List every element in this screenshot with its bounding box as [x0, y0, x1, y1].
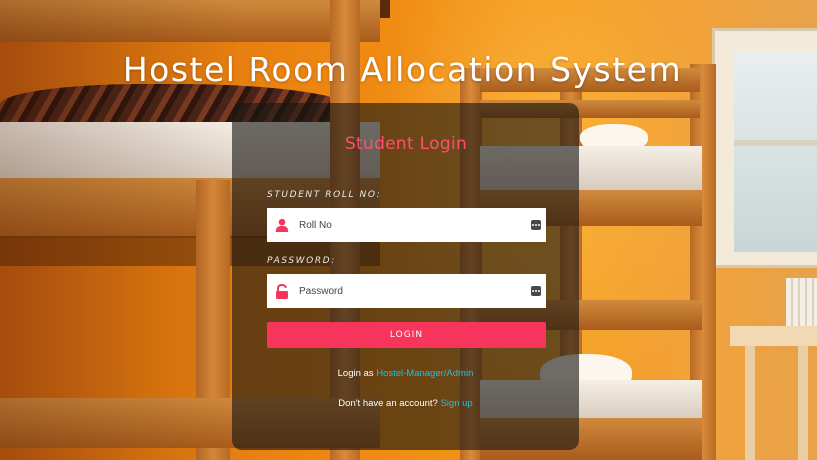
- manager-login-prefix: Login as: [337, 368, 377, 379]
- roll-no-label: STUDENT ROLL NO:: [267, 190, 382, 200]
- manager-login-line: Login as Hostel-Manager/Admin: [232, 368, 579, 379]
- more-dots-icon[interactable]: [531, 220, 541, 230]
- password-label: PASSWORD:: [267, 256, 336, 266]
- user-icon: [267, 218, 297, 232]
- roll-no-input[interactable]: [297, 210, 531, 240]
- signup-link[interactable]: Sign up: [440, 398, 472, 409]
- page-title: Hostel Room Allocation System: [122, 50, 683, 90]
- login-heading: Student Login: [344, 134, 468, 154]
- signup-line: Don't have an account? Sign up: [232, 398, 579, 409]
- password-field: [267, 274, 546, 308]
- password-input[interactable]: [297, 276, 531, 306]
- roll-no-field: [267, 208, 546, 242]
- more-dots-icon[interactable]: [531, 286, 541, 296]
- unlock-icon: [267, 283, 297, 299]
- login-button[interactable]: LOGIN: [267, 322, 546, 348]
- manager-login-link[interactable]: Hostel-Manager/Admin: [376, 368, 473, 379]
- signup-prefix: Don't have an account?: [338, 398, 441, 409]
